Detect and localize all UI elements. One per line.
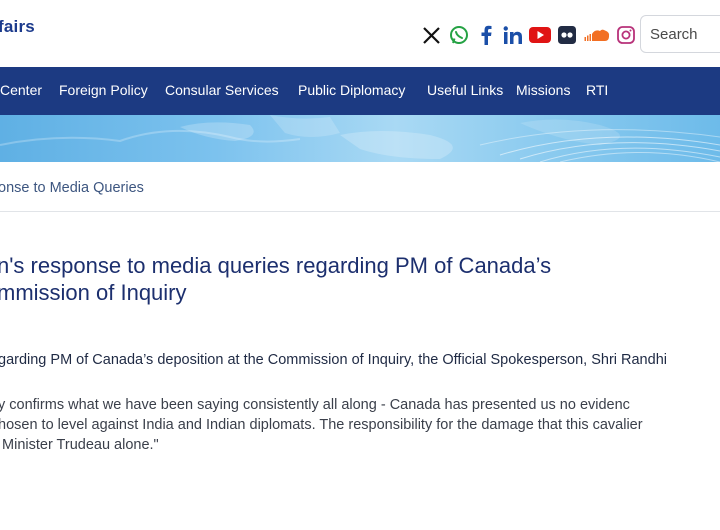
nav-item-missions[interactable]: Missions bbox=[516, 82, 570, 98]
page-title: n's response to media queries regarding … bbox=[0, 252, 720, 306]
breadcrumb-current: onse to Media Queries bbox=[0, 180, 144, 196]
page-title-line-1: n's response to media queries regarding … bbox=[0, 253, 552, 278]
instagram-icon[interactable] bbox=[614, 23, 637, 47]
article-quote: y confirms what we have been saying cons… bbox=[0, 395, 720, 455]
nav-item-public-diplomacy[interactable]: Public Diplomacy bbox=[298, 82, 405, 98]
quote-line-1: y confirms what we have been saying cons… bbox=[0, 397, 630, 413]
quote-line-2: hosen to level against India and Indian … bbox=[0, 417, 643, 433]
youtube-icon[interactable] bbox=[528, 23, 551, 47]
page-title-line-2: mmission of Inquiry bbox=[0, 280, 187, 305]
facebook-icon[interactable] bbox=[474, 23, 497, 47]
search-input[interactable] bbox=[641, 16, 720, 52]
nav-item-useful-links[interactable]: Useful Links bbox=[427, 82, 503, 98]
world-map-banner bbox=[0, 115, 720, 162]
site-logo[interactable]: fairs bbox=[0, 17, 35, 37]
world-map-graphic bbox=[0, 115, 720, 162]
nav-item-foreign-policy[interactable]: Foreign Policy bbox=[59, 82, 148, 98]
search-box bbox=[640, 15, 720, 53]
soundcloud-icon[interactable] bbox=[582, 23, 610, 47]
flickr-icon[interactable] bbox=[555, 23, 578, 47]
nav-item-consular-services[interactable]: Consular Services bbox=[165, 82, 279, 98]
linkedin-icon[interactable] bbox=[501, 23, 524, 47]
x-icon[interactable] bbox=[420, 23, 443, 47]
site-header: fairs bbox=[0, 0, 720, 67]
breadcrumb: onse to Media Queries bbox=[0, 162, 720, 212]
quote-line-3: Minister Trudeau alone." bbox=[0, 437, 159, 453]
social-links bbox=[420, 22, 641, 48]
main-nav: Center Foreign Policy Consular Services … bbox=[0, 67, 720, 115]
nav-item-rti[interactable]: RTI bbox=[586, 82, 608, 98]
article-lead: garding PM of Canada’s deposition at the… bbox=[0, 352, 667, 368]
whatsapp-icon[interactable] bbox=[447, 23, 470, 47]
nav-item-center[interactable]: Center bbox=[0, 82, 42, 98]
